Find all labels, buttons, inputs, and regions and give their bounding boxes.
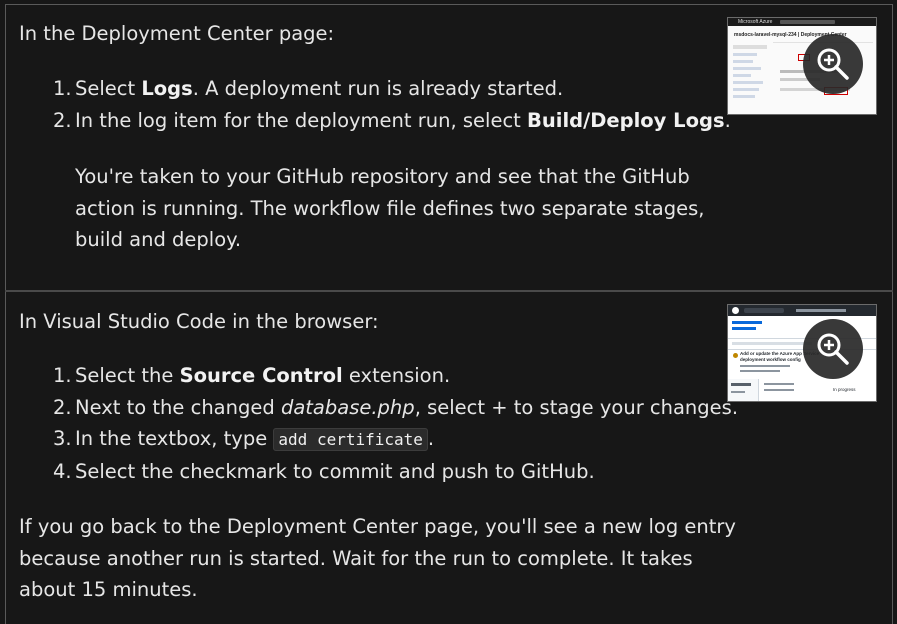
portal-topbar: Microsoft Azure: [728, 18, 876, 26]
step-number: 3.: [53, 427, 72, 450]
step-number: 1.: [53, 77, 72, 100]
step-text: extension.: [342, 364, 451, 387]
section2-outro: If you go back to the Deployment Center …: [19, 511, 736, 606]
deployment-center-thumbnail[interactable]: Microsoft Azure msdocs-laravel-mysql-234…: [727, 17, 877, 115]
github-topbar: [728, 305, 876, 316]
section1-note: You're taken to your GitHub repository a…: [75, 161, 704, 256]
note-line: action is running. The workflow file def…: [75, 196, 705, 220]
note-line: build and deploy.: [75, 228, 242, 251]
step-bold: Logs: [141, 77, 193, 100]
step-number: 2.: [53, 108, 72, 132]
list-item: 4. Select the checkmark to commit and pus…: [53, 456, 738, 488]
outro-line: If you go back to the Deployment Center …: [19, 515, 736, 538]
step-text: .: [427, 427, 435, 450]
portal-brand: Microsoft Azure: [738, 19, 773, 25]
list-item: 2. In the log item for the deployment run…: [53, 105, 731, 137]
step-text: In the textbox, type: [75, 427, 274, 450]
step-bold: Build/Deploy Logs: [527, 108, 725, 132]
workflow-status: In progress: [833, 387, 856, 392]
zoom-in-icon: [803, 319, 863, 379]
step-text: In the log item for the deployment run, …: [75, 108, 528, 132]
list-item: 3. In the textbox, type add certificate.: [53, 423, 738, 456]
inline-code: add certificate: [273, 428, 428, 451]
thumb-sidebar: [731, 42, 769, 114]
list-item: 2. Next to the changed database.php, sele…: [53, 392, 738, 424]
step-text: , select + to stage your changes.: [414, 395, 739, 419]
list-item: 1. Select the Source Control extension.: [53, 360, 738, 392]
step-text: Select: [75, 77, 142, 100]
step-number: 2.: [53, 395, 72, 419]
in-progress-dot: [733, 353, 738, 358]
step-text: Select the checkmark to commit and push …: [75, 459, 595, 483]
note-line: You're taken to your GitHub repository a…: [75, 165, 690, 188]
outro-line: because another run is started. Wait for…: [19, 546, 693, 570]
list-item: 1. Select Logs. A deployment run is alrea…: [53, 73, 731, 105]
row-divider: [5, 290, 893, 292]
step-number: 4.: [53, 459, 72, 483]
zoom-in-icon: [803, 34, 863, 94]
step-text: Select the: [75, 364, 180, 387]
step-text: Next to the changed: [75, 395, 281, 419]
step-text: . A deployment run is already started.: [192, 77, 564, 100]
github-actions-thumbnail[interactable]: Add or update the Azure App Service depl…: [727, 304, 877, 402]
section2-intro: In Visual Studio Code in the browser:: [19, 310, 379, 333]
portal-search: [780, 20, 835, 24]
step-italic: database.php: [280, 395, 415, 419]
step-number: 1.: [53, 364, 72, 387]
section2-steps: 1. Select the Source Control extension. 2…: [53, 360, 738, 487]
step-bold: Source Control: [179, 364, 343, 387]
section1-steps: 1. Select Logs. A deployment run is alrea…: [53, 73, 731, 136]
outro-line: about 15 minutes.: [19, 578, 198, 601]
section1-intro: In the Deployment Center page:: [19, 22, 335, 45]
